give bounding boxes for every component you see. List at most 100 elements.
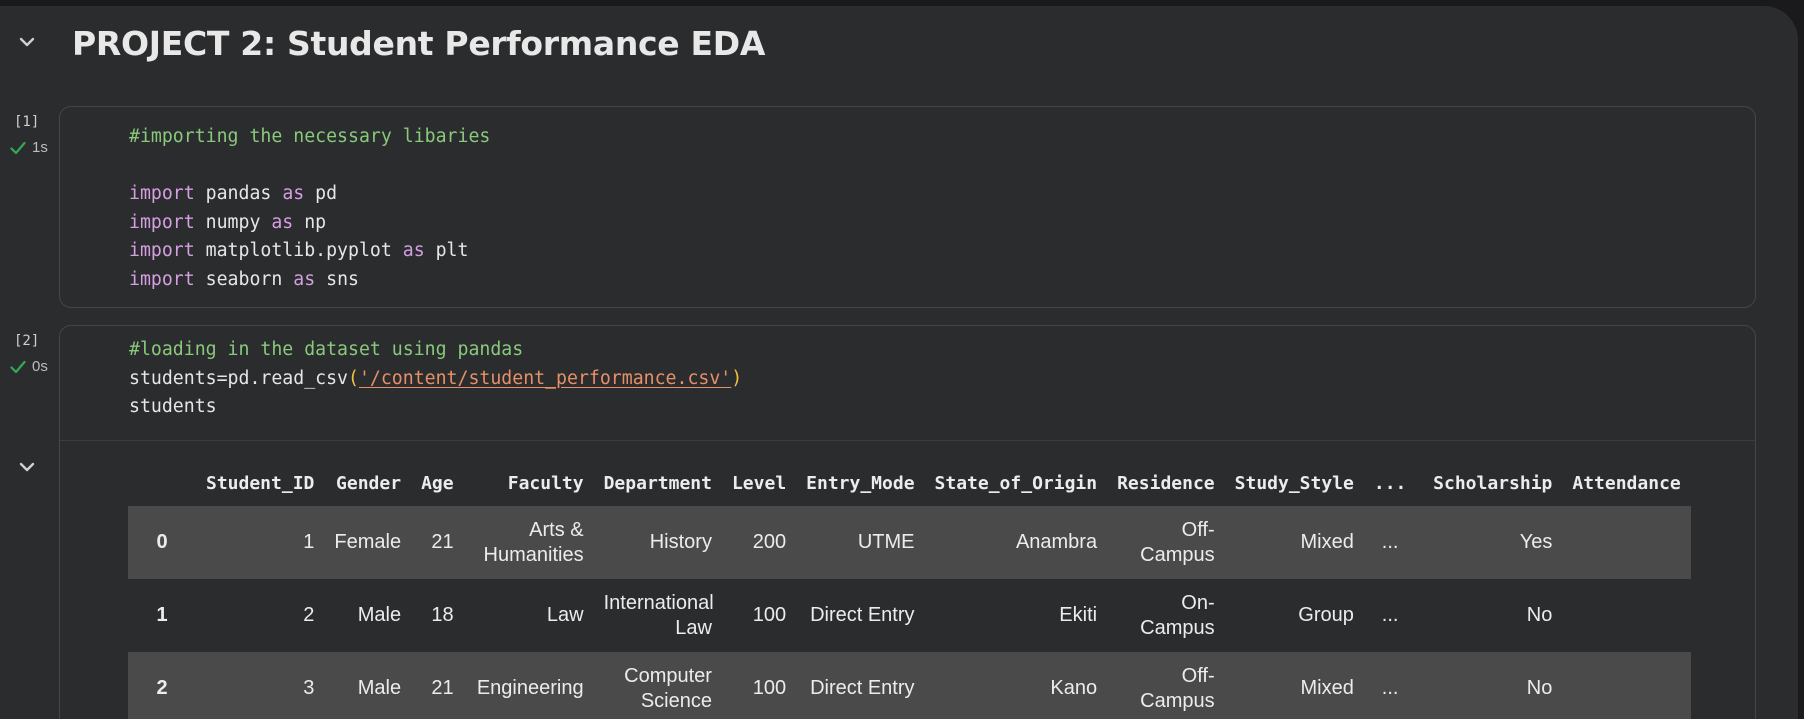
table-cell: Engineering bbox=[476, 677, 584, 699]
table-cell: Male bbox=[357, 604, 402, 626]
table-cell: Law bbox=[546, 604, 584, 626]
table-cell: 1 bbox=[303, 531, 315, 553]
column-header: Gender bbox=[336, 472, 402, 494]
code-editor-1[interactable]: #importing the necessary libaries import … bbox=[129, 123, 490, 294]
cell-1-duration: 1s bbox=[32, 139, 48, 156]
code-editor-2[interactable]: #loading in the dataset using pandas stud… bbox=[129, 336, 742, 422]
table-cell: 2 bbox=[303, 604, 315, 626]
code-token: #loading in the dataset using pandas bbox=[129, 339, 524, 360]
table-cell: Arts & Humanities bbox=[483, 518, 584, 566]
table-cell: Yes bbox=[1519, 531, 1553, 553]
code-token: np bbox=[293, 211, 327, 233]
row-index: 1 bbox=[156, 604, 168, 626]
table-cell: 100 bbox=[752, 604, 787, 626]
table-row: 1 2 Male 18 Law International Law 100 Direct En… bbox=[128, 579, 1691, 652]
code-token: import bbox=[129, 211, 195, 233]
section-header: PROJECT 2: Student Performance EDA bbox=[0, 6, 1798, 84]
cell-1-execution-count: [1] bbox=[14, 114, 40, 130]
table-cell: Computer Science bbox=[624, 664, 712, 712]
table-cell: International Law bbox=[603, 591, 714, 639]
code-token: ) bbox=[731, 367, 743, 389]
table-cell: ... bbox=[1381, 531, 1399, 553]
column-header: Department bbox=[603, 472, 712, 494]
code-token: ( bbox=[348, 367, 359, 389]
output-collapse-chevron-down-icon[interactable] bbox=[16, 456, 38, 478]
code-token: as bbox=[293, 268, 316, 290]
code-line: import numpy as np bbox=[129, 209, 490, 238]
table-cell bbox=[1562, 506, 1690, 579]
code-token: '/content/student_performance.csv' bbox=[358, 367, 732, 389]
code-token: students bbox=[129, 396, 217, 417]
notebook-frame: PROJECT 2: Student Performance EDA [1] 1… bbox=[0, 6, 1798, 719]
code-token: plt bbox=[424, 240, 469, 261]
table-row: 0 1 Female 21 Arts & Humanities History 200 UTM… bbox=[128, 506, 1691, 579]
table-cell: ... bbox=[1381, 677, 1399, 699]
code-line: students bbox=[129, 393, 742, 422]
table-cell: 18 bbox=[431, 604, 454, 626]
code-line: import pandas as pd bbox=[129, 180, 490, 209]
column-header: ... bbox=[1373, 472, 1407, 494]
output-separator bbox=[60, 440, 1755, 441]
code-line: import seaborn as sns bbox=[129, 266, 490, 295]
table-cell: Kano bbox=[1050, 677, 1098, 699]
code-cell-1[interactable]: #importing the necessary libaries import … bbox=[59, 106, 1756, 308]
code-line: students=pd.read_csv('/content/student_p… bbox=[129, 365, 742, 394]
table-cell: Off-Campus bbox=[1140, 518, 1215, 566]
code-token: import bbox=[129, 183, 195, 204]
code-line: #loading in the dataset using pandas bbox=[129, 336, 742, 365]
code-token: pd bbox=[304, 183, 338, 204]
column-header: Attendance bbox=[1572, 472, 1681, 494]
column-header: Residence bbox=[1117, 472, 1215, 494]
table-cell: 21 bbox=[431, 677, 454, 699]
table-cell: ... bbox=[1381, 604, 1399, 626]
checkmark-icon bbox=[10, 141, 26, 154]
code-line: import matplotlib.pyplot as plt bbox=[129, 237, 490, 266]
code-token: as bbox=[282, 183, 305, 204]
table-cell: 3 bbox=[303, 677, 315, 699]
table-cell bbox=[1562, 579, 1690, 652]
cell-2-duration: 0s bbox=[32, 358, 48, 375]
column-header: Faculty bbox=[507, 472, 584, 494]
column-header: Entry_Mode bbox=[806, 472, 915, 494]
table-cell: On-Campus bbox=[1140, 591, 1215, 639]
table-cell: Group bbox=[1298, 604, 1354, 626]
table-cell: 100 bbox=[752, 677, 787, 699]
code-token: students=pd.read_csv bbox=[129, 367, 348, 389]
table-cell bbox=[1562, 652, 1690, 719]
cell-2-execution-count: [2] bbox=[14, 333, 40, 349]
dataframe-table: Student_ID Gender Age Faculty Department Leve… bbox=[128, 460, 1691, 719]
column-header: Level bbox=[731, 472, 787, 494]
table-cell: Mixed bbox=[1300, 677, 1354, 699]
table-cell: Direct Entry bbox=[810, 604, 915, 626]
column-header: State_of_Origin bbox=[934, 472, 1098, 494]
column-header: Age bbox=[421, 472, 454, 494]
row-index: 2 bbox=[156, 677, 168, 699]
code-token: import bbox=[129, 268, 195, 290]
column-header: Scholarship bbox=[1433, 472, 1553, 494]
table-cell: Female bbox=[334, 531, 402, 553]
table-cell: Ekiti bbox=[1059, 604, 1098, 626]
table-cell: UTME bbox=[857, 531, 915, 553]
column-header: Student_ID bbox=[206, 472, 315, 494]
table-cell: Off-Campus bbox=[1140, 664, 1215, 712]
code-token: matplotlib.pyplot bbox=[194, 240, 403, 261]
table-cell: No bbox=[1526, 677, 1553, 699]
code-token: sns bbox=[315, 268, 359, 290]
code-token: seaborn bbox=[194, 268, 294, 290]
section-title: PROJECT 2: Student Performance EDA bbox=[72, 24, 766, 63]
code-line: #importing the necessary libaries bbox=[129, 123, 490, 152]
code-token: pandas bbox=[194, 183, 283, 204]
dataframe-output: Student_ID Gender Age Faculty Department Leve… bbox=[128, 460, 1754, 719]
table-row: 2 3 Male 21 Engineering Computer Science 100 Di… bbox=[128, 652, 1691, 719]
code-token: numpy bbox=[194, 211, 272, 233]
table-cell: 200 bbox=[752, 531, 787, 553]
table-cell: Direct Entry bbox=[810, 677, 915, 699]
checkmark-icon bbox=[10, 360, 26, 373]
section-collapse-chevron-down-icon[interactable] bbox=[16, 31, 38, 53]
dataframe-header-row: Student_ID Gender Age Faculty Department Leve… bbox=[128, 460, 1691, 506]
table-cell: Male bbox=[357, 677, 402, 699]
code-token: as bbox=[271, 211, 294, 233]
code-token: #importing the necessary libaries bbox=[129, 126, 491, 147]
cell-2-status: 0s bbox=[10, 358, 48, 375]
